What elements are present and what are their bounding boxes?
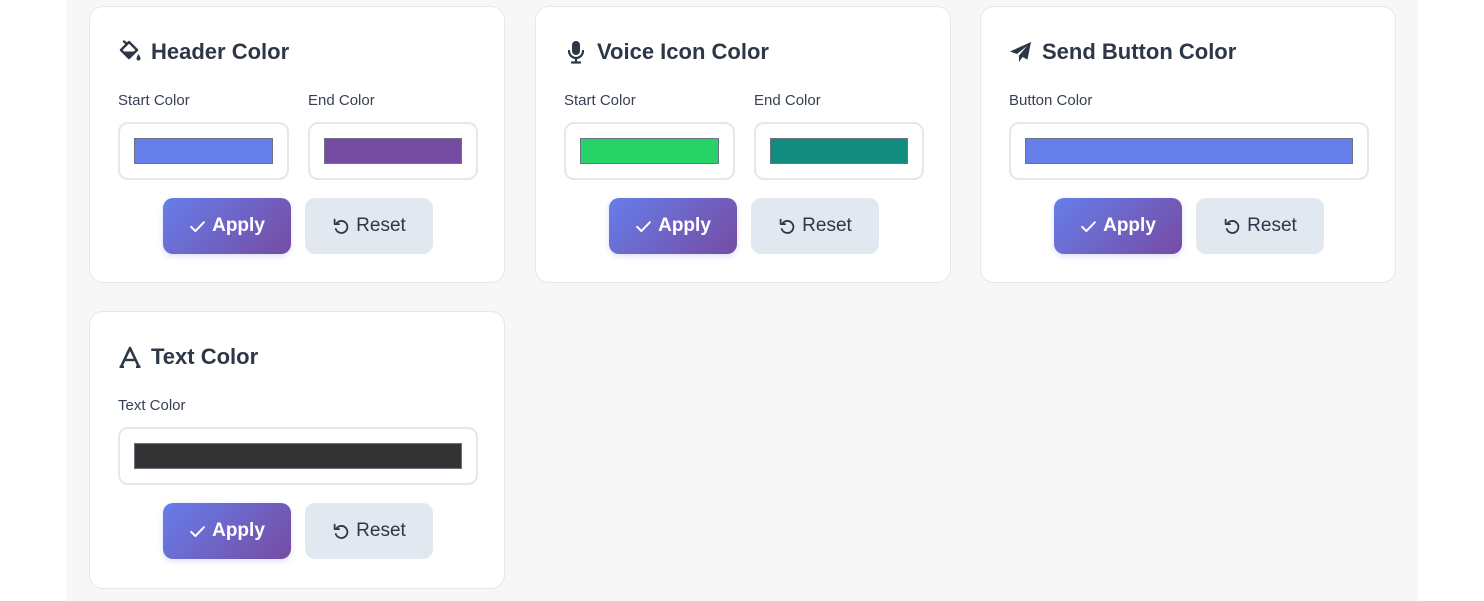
apply-button[interactable]: Apply: [1054, 198, 1182, 254]
card-title-text: Send Button Color: [1042, 39, 1237, 64]
start-color-swatch: [134, 138, 273, 164]
undo-icon: [778, 217, 796, 235]
reset-label: Reset: [802, 215, 852, 236]
reset-button[interactable]: Reset: [305, 198, 433, 254]
reset-button[interactable]: Reset: [305, 503, 433, 559]
apply-label: Apply: [1103, 215, 1156, 236]
reset-button[interactable]: Reset: [1196, 198, 1324, 254]
header-color-card: Header Color Start Color End Color Apply…: [89, 6, 505, 283]
undo-icon: [332, 217, 350, 235]
check-icon: [189, 218, 206, 235]
reset-button[interactable]: Reset: [751, 198, 879, 254]
start-color-picker[interactable]: [118, 122, 289, 180]
apply-button[interactable]: Apply: [609, 198, 737, 254]
font-icon: [118, 345, 142, 369]
reset-label: Reset: [356, 520, 406, 541]
end-color-label: End Color: [308, 92, 375, 109]
end-color-picker[interactable]: [754, 122, 924, 180]
check-icon: [1080, 218, 1097, 235]
paper-plane-icon: [1009, 40, 1033, 64]
card-title: Text Color: [118, 344, 258, 370]
apply-label: Apply: [658, 215, 711, 236]
undo-icon: [1223, 217, 1241, 235]
text-color-picker[interactable]: [118, 427, 478, 485]
text-color-label: Text Color: [118, 397, 186, 414]
card-title: Send Button Color: [1009, 39, 1236, 65]
reset-label: Reset: [1247, 215, 1297, 236]
apply-button[interactable]: Apply: [163, 198, 291, 254]
card-title-text: Header Color: [151, 39, 290, 64]
undo-icon: [332, 522, 350, 540]
voice-icon-color-card: Voice Icon Color Start Color End Color A…: [535, 6, 951, 283]
end-color-picker[interactable]: [308, 122, 478, 180]
card-title-text: Voice Icon Color: [597, 39, 769, 64]
paint-bucket-icon: [118, 40, 142, 64]
start-color-swatch: [580, 138, 719, 164]
text-color-card: Text Color Text Color Apply Reset: [89, 311, 505, 589]
check-icon: [635, 218, 652, 235]
button-color-swatch: [1025, 138, 1353, 164]
button-color-label: Button Color: [1009, 92, 1093, 109]
apply-button[interactable]: Apply: [163, 503, 291, 559]
card-title: Voice Icon Color: [564, 39, 769, 65]
end-color-swatch: [324, 138, 462, 164]
apply-label: Apply: [212, 520, 265, 541]
card-title: Header Color: [118, 39, 289, 65]
start-color-label: Start Color: [118, 92, 190, 109]
start-color-picker[interactable]: [564, 122, 735, 180]
settings-panel: Header Color Start Color End Color Apply…: [66, 0, 1418, 601]
end-color-swatch: [770, 138, 908, 164]
check-icon: [189, 523, 206, 540]
start-color-label: Start Color: [564, 92, 636, 109]
card-title-text: Text Color: [151, 344, 259, 369]
reset-label: Reset: [356, 215, 406, 236]
end-color-label: End Color: [754, 92, 821, 109]
send-button-color-card: Send Button Color Button Color Apply Res…: [980, 6, 1396, 283]
apply-label: Apply: [212, 215, 265, 236]
text-color-swatch: [134, 443, 462, 469]
button-color-picker[interactable]: [1009, 122, 1369, 180]
microphone-icon: [564, 40, 588, 64]
